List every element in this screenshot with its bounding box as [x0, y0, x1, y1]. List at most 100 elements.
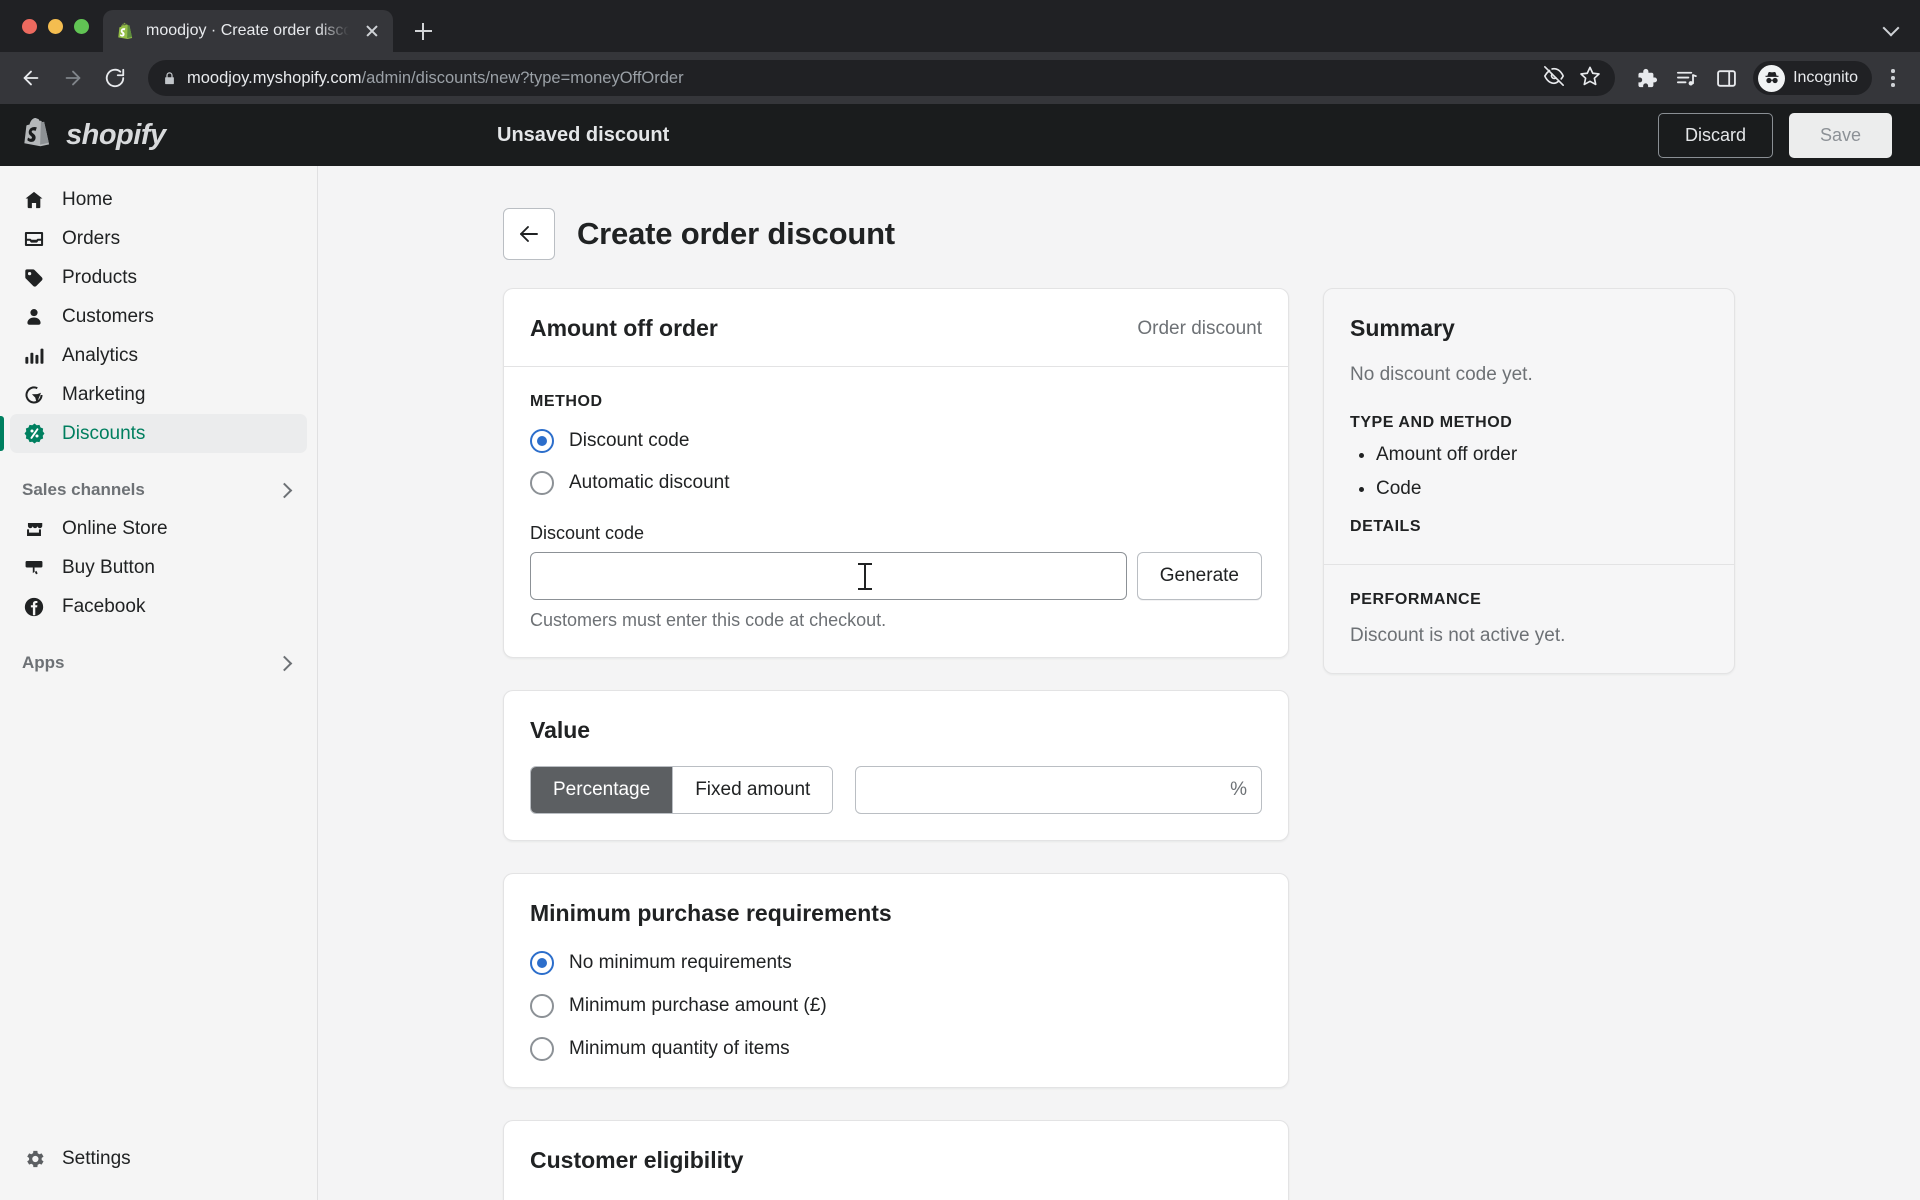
amount-off-order-card: Amount off order Order discount METHOD D…	[503, 288, 1289, 658]
sidebar-label: Online Store	[62, 517, 168, 539]
sidebar-label: Buy Button	[62, 556, 155, 578]
sidebar-item-orders[interactable]: Orders	[10, 219, 307, 258]
radio-indicator[interactable]	[530, 1037, 554, 1061]
close-tab-button[interactable]	[361, 20, 383, 42]
url-host: moodjoy.myshopify.com	[187, 68, 362, 87]
sidebar-item-discounts[interactable]: Discounts	[0, 414, 307, 453]
radio-label: Discount code	[569, 430, 690, 451]
radio-indicator[interactable]	[530, 471, 554, 495]
list-item: Code	[1376, 478, 1708, 500]
back-button[interactable]	[503, 208, 555, 260]
radio-minimum-amount[interactable]: Minimum purchase amount (£)	[530, 994, 1262, 1018]
eye-off-icon[interactable]	[1543, 65, 1565, 92]
close-window-button[interactable]	[22, 18, 37, 34]
summary-card: Summary No discount code yet. TYPE AND M…	[1323, 288, 1735, 674]
summary-performance: PERFORMANCE Discount is not active yet.	[1324, 565, 1734, 673]
sidebar-item-marketing[interactable]: Marketing	[10, 375, 307, 414]
summary-title: Summary	[1350, 315, 1455, 341]
segment-fixed-amount[interactable]: Fixed amount	[673, 767, 833, 813]
buy-button-icon	[22, 556, 46, 580]
three-dot-menu-icon[interactable]	[1878, 61, 1908, 95]
discount-type-label: Order discount	[1137, 317, 1262, 339]
segment-percentage[interactable]: Percentage	[531, 767, 674, 813]
radio-minimum-quantity[interactable]: Minimum quantity of items	[530, 1037, 1262, 1061]
sidebar-item-customers[interactable]: Customers	[10, 297, 307, 336]
unsaved-discount-title: Unsaved discount	[497, 123, 670, 146]
percent-suffix: %	[1230, 779, 1247, 800]
sidebar-item-products[interactable]: Products	[10, 258, 307, 297]
sidebar-footer: Settings	[0, 1139, 317, 1200]
orders-inbox-icon	[22, 227, 46, 251]
sidebar-section-sales-channels[interactable]: Sales channels	[10, 471, 307, 509]
browser-window: moodjoy · Create order discount	[0, 0, 1920, 1200]
radio-automatic-discount[interactable]: Automatic discount	[530, 471, 1262, 495]
discount-code-help-text: Customers must enter this code at checko…	[530, 610, 887, 630]
customers-person-icon	[22, 305, 46, 329]
page-header: Create order discount	[479, 208, 1759, 288]
radio-label: Minimum purchase amount (£)	[569, 995, 827, 1016]
new-tab-button[interactable]	[405, 13, 441, 49]
sidebar-item-analytics[interactable]: Analytics	[10, 336, 307, 375]
save-button[interactable]: Save	[1788, 112, 1892, 158]
value-amount-input[interactable]: %	[855, 766, 1262, 814]
card-title: Amount off order	[530, 315, 718, 341]
omnibox-icons	[1535, 65, 1601, 92]
star-icon[interactable]	[1579, 65, 1601, 92]
sidebar-label: Settings	[62, 1147, 131, 1169]
side-panel-icon[interactable]	[1709, 61, 1743, 95]
back-arrow-icon[interactable]	[12, 59, 50, 97]
lock-icon	[162, 71, 177, 86]
card-body: METHOD Discount code Automatic discount	[504, 367, 1288, 657]
list-item: Amount off order	[1376, 444, 1708, 466]
sidebar-item-online-store[interactable]: Online Store	[10, 509, 307, 548]
sidebar-section-label: Sales channels	[22, 480, 145, 499]
chevron-down-icon[interactable]	[1878, 13, 1904, 39]
admin-top-bar: shopify Unsaved discount Discard Save	[0, 104, 1920, 166]
sidebar-item-home[interactable]: Home	[10, 180, 307, 219]
minimize-window-button[interactable]	[48, 18, 63, 34]
sidebar-label: Orders	[62, 227, 121, 249]
type-and-method-list: Amount off order Code	[1376, 444, 1708, 500]
discount-code-input[interactable]	[530, 552, 1127, 600]
tab-title: moodjoy · Create order discount	[146, 22, 351, 39]
sidebar-label: Customers	[62, 305, 154, 327]
browser-tab[interactable]: moodjoy · Create order discount	[103, 10, 393, 52]
value-type-segmented-control: Percentage Fixed amount	[530, 766, 834, 814]
radio-discount-code[interactable]: Discount code	[530, 429, 1262, 453]
reading-list-icon[interactable]	[1669, 61, 1703, 95]
generate-button[interactable]: Generate	[1136, 552, 1262, 600]
extensions-puzzle-icon[interactable]	[1629, 61, 1663, 95]
arrow-left-icon	[520, 226, 538, 242]
forward-arrow-icon[interactable]	[54, 59, 92, 97]
reload-icon[interactable]	[96, 59, 134, 97]
radio-no-minimum[interactable]: No minimum requirements	[530, 951, 1262, 975]
address-bar[interactable]: moodjoy.myshopify.com/admin/discounts/ne…	[148, 60, 1616, 96]
discount-code-field-label: Discount code	[530, 523, 645, 543]
shopify-logo[interactable]: shopify	[0, 104, 318, 166]
card-body: Customer eligibility	[504, 1121, 1288, 1200]
text-cursor-top-serif	[858, 563, 872, 565]
radio-indicator[interactable]	[530, 951, 554, 975]
profile-chip-incognito[interactable]: Incognito	[1753, 61, 1872, 95]
browser-toolbar: moodjoy.myshopify.com/admin/discounts/ne…	[0, 52, 1920, 104]
type-and-method-eyebrow: TYPE AND METHOD	[1350, 414, 1513, 431]
shopify-wordmark: shopify	[66, 118, 166, 151]
content-columns: Amount off order Order discount METHOD D…	[479, 288, 1759, 1200]
chevron-right-icon	[275, 653, 295, 673]
sidebar-section-apps[interactable]: Apps	[10, 644, 307, 682]
window-controls	[14, 0, 103, 52]
storefront-icon	[22, 517, 46, 541]
page-title: Create order discount	[577, 216, 895, 251]
sidebar-item-settings[interactable]: Settings	[10, 1139, 307, 1178]
sidebar-label: Discounts	[62, 422, 146, 444]
sidebar-item-facebook[interactable]: Facebook	[10, 587, 307, 626]
marketing-target-icon	[22, 383, 46, 407]
radio-indicator[interactable]	[530, 994, 554, 1018]
sidebar-item-buy-button[interactable]: Buy Button	[10, 548, 307, 587]
home-icon	[22, 188, 46, 212]
shopify-bag-icon	[117, 22, 136, 41]
products-tag-icon	[22, 266, 46, 290]
maximize-window-button[interactable]	[74, 18, 89, 34]
radio-indicator[interactable]	[530, 429, 554, 453]
discard-button[interactable]: Discard	[1657, 112, 1773, 158]
